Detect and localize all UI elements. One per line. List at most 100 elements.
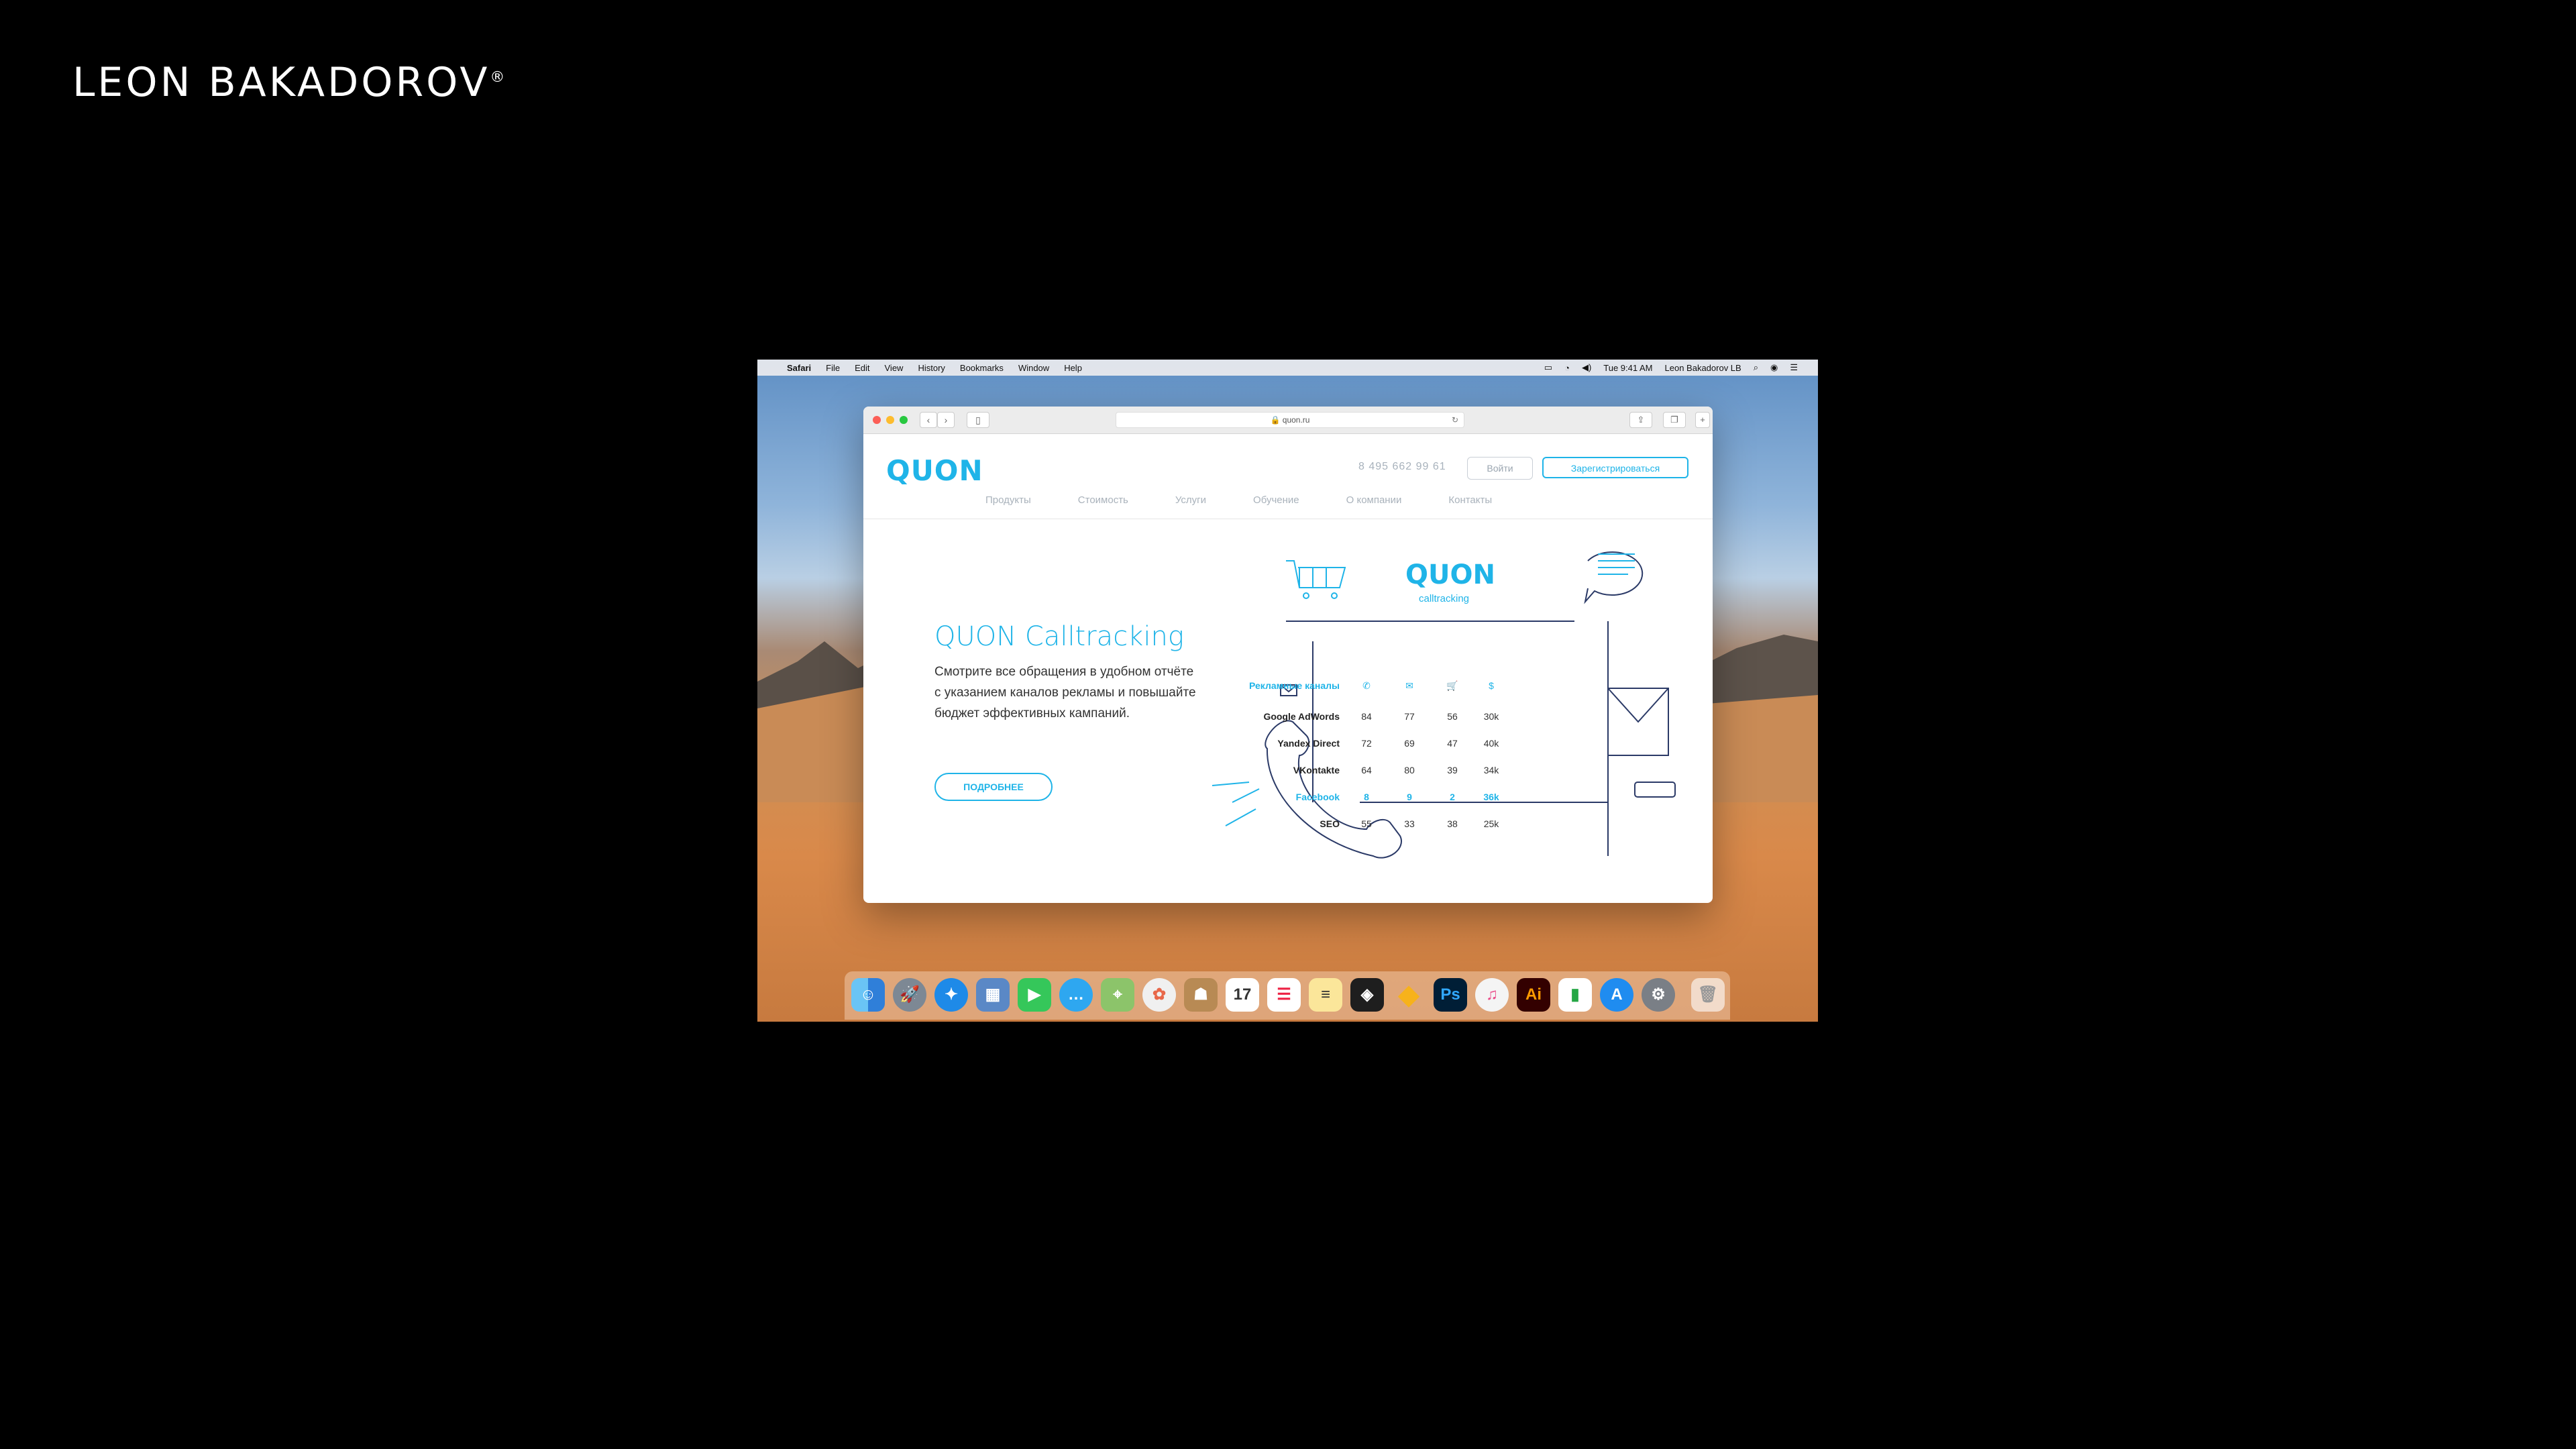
hero-text: Смотрите все обращения в удобном отчёте … <box>934 665 1196 720</box>
nav-about[interactable]: О компании <box>1346 494 1402 506</box>
share-icon[interactable]: ⇪ <box>1629 412 1652 428</box>
illustration-subtitle: calltracking <box>1419 593 1470 604</box>
revenue-value: 34k <box>1483 765 1499 775</box>
back-button[interactable]: ‹ <box>920 412 937 428</box>
mails-value: 69 <box>1404 738 1415 749</box>
reminders-icon[interactable]: ☰ <box>1267 978 1301 1012</box>
site-header: QUON 8 495 662 99 61 Войти Зарегистриров… <box>863 434 1713 519</box>
menu-edit[interactable]: Edit <box>855 363 869 373</box>
system-preferences-icon[interactable]: ⚙ <box>1642 978 1675 1012</box>
minimize-button[interactable] <box>886 416 894 424</box>
nav-training[interactable]: Обучение <box>1253 494 1299 506</box>
launchpad-icon[interactable]: 🚀 <box>893 978 926 1012</box>
login-button[interactable]: Войти <box>1467 457 1533 480</box>
preview-icon[interactable]: ▦ <box>976 978 1010 1012</box>
title-bar: ‹ › ▯ 🔒 quon.ru ↻ ⇪ ❐ + <box>863 407 1713 434</box>
safari-icon[interactable]: ✦ <box>934 978 968 1012</box>
reload-icon[interactable]: ↻ <box>1452 413 1458 427</box>
mail-icon: ✉ <box>1405 680 1413 691</box>
figma-icon[interactable]: ◈ <box>1350 978 1384 1012</box>
channel-name: VKontakte <box>1293 765 1340 775</box>
airplay-icon[interactable]: ▭ <box>1544 362 1552 373</box>
phone-number[interactable]: 8 495 662 99 61 <box>1358 461 1446 473</box>
menu-help[interactable]: Help <box>1064 363 1082 373</box>
clock[interactable]: Tue 9:41 AM <box>1603 363 1652 373</box>
numbers-icon[interactable]: ▮ <box>1558 978 1592 1012</box>
notification-center-icon[interactable]: ☰ <box>1790 362 1798 373</box>
quon-logo[interactable]: QUON <box>886 454 983 487</box>
mails-value: 80 <box>1404 765 1415 775</box>
new-tab-icon[interactable]: + <box>1695 412 1710 428</box>
mails-value: 9 <box>1407 792 1412 802</box>
calls-value: 8 <box>1364 792 1369 802</box>
revenue-value: 40k <box>1483 738 1499 749</box>
channel-name: Yandex Direct <box>1277 738 1340 749</box>
photoshop-icon[interactable]: Ps <box>1434 978 1467 1012</box>
status-menus: ▭ ◔ ◀) Tue 9:41 AM Leon Bakadorov LB ⌕ ◉… <box>1544 360 1798 376</box>
wifi-icon[interactable]: ◔ <box>1564 363 1570 373</box>
orders-value: 56 <box>1447 711 1458 722</box>
revenue-value: 36k <box>1483 792 1499 802</box>
menu-safari[interactable]: Safari <box>787 363 811 373</box>
mails-value: 33 <box>1404 818 1415 829</box>
more-button[interactable]: ПОДРОБНЕЕ <box>934 773 1053 801</box>
dollar-icon: $ <box>1489 680 1494 691</box>
menu-bar: Safari File Edit View History Bookmarks … <box>757 360 1818 376</box>
menu-window[interactable]: Window <box>1018 363 1049 373</box>
table-header-channels: Рекламные каналы <box>1249 680 1340 691</box>
calls-value: 55 <box>1361 818 1372 829</box>
brand-name: LEON BAKADOROV <box>72 59 490 106</box>
zoom-button[interactable] <box>900 416 908 424</box>
trash-icon[interactable]: 🗑 <box>1691 978 1725 1012</box>
safari-window: ‹ › ▯ 🔒 quon.ru ↻ ⇪ ❐ + QUON 8 495 662 9… <box>863 407 1713 903</box>
app-store-icon[interactable]: A <box>1600 978 1633 1012</box>
menu-view[interactable]: View <box>885 363 904 373</box>
siri-icon[interactable]: ◉ <box>1770 362 1778 373</box>
tabs-icon[interactable]: ❐ <box>1663 412 1686 428</box>
menu-bookmarks[interactable]: Bookmarks <box>960 363 1004 373</box>
main-nav: Продукты Стоимость Услуги Обучение О ком… <box>985 494 1539 506</box>
hero-title: QUON Calltracking <box>934 621 1184 652</box>
mails-value: 77 <box>1404 711 1415 722</box>
spotlight-icon[interactable]: ⌕ <box>1754 362 1758 373</box>
volume-icon[interactable]: ◀) <box>1582 362 1591 373</box>
desktop-screen: Safari File Edit View History Bookmarks … <box>757 360 1818 1022</box>
finder-icon[interactable]: ☺ <box>851 978 885 1012</box>
address-bar[interactable]: 🔒 quon.ru ↻ <box>1116 412 1464 428</box>
channel-name: SEO <box>1320 818 1340 829</box>
notes-icon[interactable]: ≡ <box>1309 978 1342 1012</box>
illustrator-icon[interactable]: Ai <box>1517 978 1550 1012</box>
messages-icon[interactable]: … <box>1059 978 1093 1012</box>
itunes-icon[interactable]: ♫ <box>1475 978 1509 1012</box>
facetime-icon[interactable]: ▶ <box>1018 978 1051 1012</box>
calltracking-illustration: QUON calltracking Рекламные каналы ✆ ✉ 🛒… <box>1212 521 1682 869</box>
nav-pricing[interactable]: Стоимость <box>1078 494 1128 506</box>
user-name[interactable]: Leon Bakadorov LB <box>1665 363 1741 373</box>
dock: ☺ 🚀 ✦ ▦ ▶ … ⌖ ✿ ☗ 17 ☰ ≡ ◈ ◆ Ps ♫ Ai ▮ A… <box>845 971 1730 1020</box>
calls-value: 64 <box>1361 765 1372 775</box>
calls-value: 84 <box>1361 711 1372 722</box>
orders-value: 47 <box>1447 738 1458 749</box>
registered-mark: ® <box>490 69 505 86</box>
revenue-value: 30k <box>1483 711 1499 722</box>
nav-contacts[interactable]: Контакты <box>1448 494 1492 506</box>
nav-products[interactable]: Продукты <box>985 494 1031 506</box>
orders-value: 38 <box>1447 818 1458 829</box>
menu-history[interactable]: History <box>918 363 945 373</box>
close-button[interactable] <box>873 416 881 424</box>
forward-button[interactable]: › <box>937 412 955 428</box>
maps-icon[interactable]: ⌖ <box>1101 978 1134 1012</box>
channel-name: Google AdWords <box>1263 711 1340 722</box>
sidebar-toggle-icon[interactable]: ▯ <box>967 412 989 428</box>
phone-icon: ✆ <box>1362 680 1371 691</box>
contacts-icon[interactable]: ☗ <box>1184 978 1218 1012</box>
sketch-icon[interactable]: ◆ <box>1392 978 1426 1012</box>
lock-icon: 🔒 <box>1270 415 1283 425</box>
calendar-icon[interactable]: 17 <box>1226 978 1259 1012</box>
nav-services[interactable]: Услуги <box>1175 494 1206 506</box>
register-button[interactable]: Зарегистрироваться <box>1542 457 1688 478</box>
menu-file[interactable]: File <box>826 363 840 373</box>
photos-icon[interactable]: ✿ <box>1142 978 1176 1012</box>
illustration-logo: QUON <box>1405 559 1495 590</box>
orders-value: 39 <box>1447 765 1458 775</box>
